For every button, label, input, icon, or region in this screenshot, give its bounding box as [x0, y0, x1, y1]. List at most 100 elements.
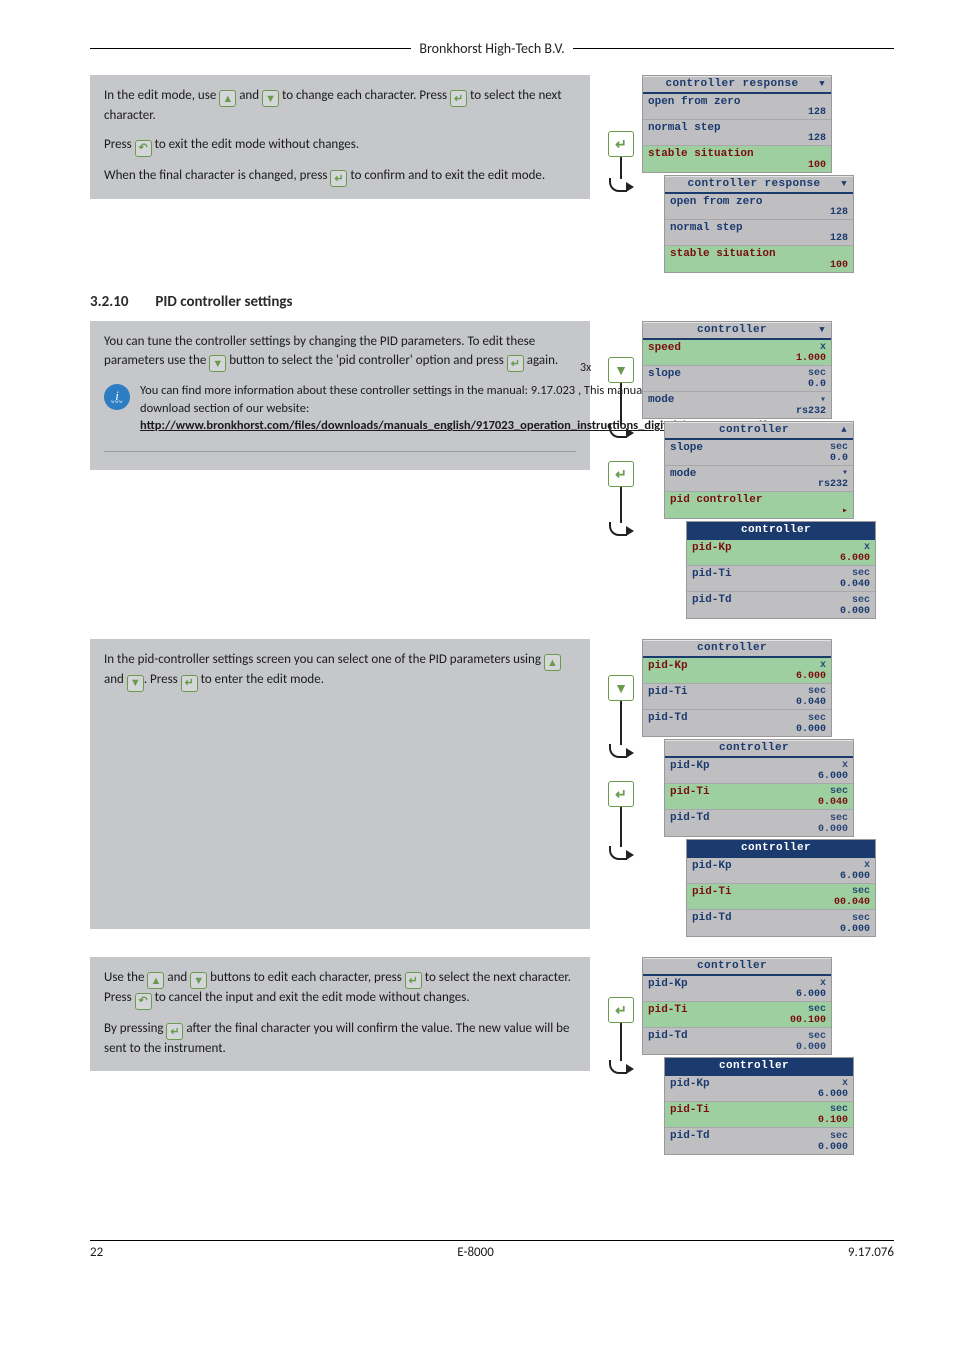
lcd-label: normal step: [648, 122, 721, 134]
down-key-icon: ▼: [209, 355, 226, 372]
lcd-value: 6.000: [818, 1089, 848, 1100]
lcd-screen: controller pid-Kpx6.000 pid-Tisec0.040 p…: [642, 639, 832, 737]
instruction-panel-pid-intro: You can tune the controller settings by …: [90, 321, 590, 470]
lcd-value: 6.000: [840, 871, 870, 882]
back-key-icon: ↶: [135, 140, 152, 157]
page-number: 22: [90, 1245, 103, 1260]
lcd-value: 6.000: [796, 671, 826, 682]
lcd-value: 1.000: [796, 353, 826, 364]
up-key-icon: ▲: [219, 90, 236, 107]
lcd-value: 6.000: [818, 771, 848, 782]
footer-model: E-8000: [457, 1245, 494, 1260]
lcd-label: stable situation: [670, 248, 776, 260]
lcd-title: controller: [647, 642, 817, 654]
lcd-value: 6.000: [796, 989, 826, 1000]
lcd-screen: controller response▼ open from zero128 n…: [642, 75, 832, 173]
lcd-label: pid-Ti: [648, 686, 688, 698]
lcd-label: pid-Kp: [692, 542, 732, 554]
lcd-value: 0.000: [818, 1142, 848, 1153]
up-key-icon: ▲: [147, 972, 164, 989]
text: to change each character. Press: [279, 88, 450, 103]
text: to confirm and to exit the edit mode.: [347, 168, 545, 183]
lcd-sequence-pid-edit: ↵ controller pid-Kpx6.000 pid-Tisec00.10…: [608, 957, 894, 1157]
lcd-label: normal step: [670, 222, 743, 234]
lcd-value: 100: [830, 260, 848, 271]
lcd-label: pid-Kp: [648, 660, 688, 672]
text: again.: [524, 353, 558, 368]
text: Use the: [104, 970, 147, 985]
section-title-text: PID controller settings: [155, 293, 292, 311]
lcd-value: 128: [808, 107, 826, 118]
text: button to select the 'pid controller' op…: [226, 353, 507, 368]
lcd-label: slope: [648, 368, 681, 380]
text: . Press: [144, 672, 181, 687]
lcd-value: 0.000: [796, 724, 826, 735]
lcd-value: rs232: [818, 479, 848, 490]
lcd-label: pid-Kp: [648, 978, 688, 990]
down-key-icon: ▼: [608, 357, 634, 383]
enter-key-icon: ↵: [450, 90, 467, 107]
scroll-down-icon: ▼: [817, 79, 827, 90]
lcd-value: 0.0: [808, 379, 826, 390]
section-heading: 3.2.10 PID controller settings: [90, 293, 894, 311]
footer-docnum: 9.17.076: [848, 1245, 894, 1260]
lcd-label: pid-Td: [648, 1030, 688, 1042]
lcd-screen: controller pid-Kpx6.000 pid-Tisec0.040 p…: [664, 739, 854, 837]
text: By pressing: [104, 1021, 166, 1036]
enter-key-icon: ↵: [608, 781, 634, 807]
lcd-value: 0.000: [840, 924, 870, 935]
lcd-label: slope: [670, 442, 703, 454]
lcd-label: pid-Ti: [648, 1004, 688, 1016]
lcd-label: pid-Ti: [670, 1104, 710, 1116]
text: In the edit mode, use: [104, 88, 219, 103]
text: and: [104, 672, 127, 687]
lcd-value: 0.040: [840, 579, 870, 590]
lcd-value: rs232: [796, 406, 826, 417]
lcd-value: 0.100: [818, 1115, 848, 1126]
lcd-label: stable situation: [648, 148, 754, 160]
enter-key-icon: ↵: [608, 461, 634, 487]
lcd-sequence-controller-response: ↵ controller response▼ open from zero128…: [608, 75, 894, 275]
lcd-value: 00.100: [790, 1015, 826, 1026]
lcd-label: pid-Td: [670, 812, 710, 824]
text: buttons to edit each character, press: [207, 970, 405, 985]
lcd-screen: controller pid-Kpx6.000 pid-Tisec00.100 …: [642, 957, 832, 1055]
instruction-panel-edit-mode: In the edit mode, use ▲ and ▼ to change …: [90, 75, 590, 199]
lcd-value: 128: [830, 233, 848, 244]
text: When the final character is changed, pre…: [104, 168, 330, 183]
info-www-icon: iwww: [104, 384, 130, 410]
up-key-icon: ▲: [544, 654, 561, 671]
header-rule-left: [90, 48, 411, 49]
lcd-sequence-pid-select: ▼ ↵ controller pid-Kpx6.000 pid-Tisec0.0…: [608, 639, 894, 939]
lcd-screen: controller response▼ open from zero128 n…: [664, 175, 854, 273]
enter-key-icon: ↵: [608, 997, 634, 1023]
enter-key-icon: ↵: [405, 972, 422, 989]
lcd-title: controller: [669, 742, 839, 754]
lcd-label: speed: [648, 342, 681, 354]
lcd-title: controller: [669, 424, 839, 436]
text: Press: [104, 137, 135, 152]
lcd-value: 0.040: [818, 797, 848, 808]
down-key-icon: ▼: [262, 90, 279, 107]
lcd-value: 0.0: [830, 453, 848, 464]
lcd-screen: controller▼ speedx1.000 slopesec0.0 mode…: [642, 321, 832, 419]
instruction-panel-pid-select: In the pid-controller settings screen yo…: [90, 639, 590, 929]
lcd-label: pid-Kp: [670, 1078, 710, 1090]
enter-key-icon: ↵: [181, 675, 198, 692]
repeat-count-label: 3x: [580, 361, 591, 375]
lcd-sequence-pid-nav: 3x ▼ ↵ controller▼ speedx1.000 slopesec0…: [608, 321, 894, 621]
lcd-value: 0.000: [840, 606, 870, 617]
enter-key-icon: ↵: [330, 170, 347, 187]
lcd-label: pid-Ti: [670, 786, 710, 798]
text: and: [236, 88, 262, 103]
lcd-value: 6.000: [840, 553, 870, 564]
lcd-screen: controller pid-Kpx6.000 pid-Tisec0.100 p…: [664, 1057, 854, 1155]
lcd-label: mode: [670, 468, 696, 480]
lcd-screen: controller pid-Kpx6.000 pid-Tisec00.040 …: [686, 839, 876, 937]
text: to cancel the input and exit the edit mo…: [152, 990, 470, 1005]
lcd-screen: controller pid-Kpx6.000 pid-Tisec0.040 p…: [686, 521, 876, 619]
lcd-label: pid-Ti: [692, 886, 732, 898]
enter-key-icon: ↵: [608, 131, 634, 157]
lcd-title: controller: [691, 842, 861, 854]
text: In the pid-controller settings screen yo…: [104, 652, 544, 667]
